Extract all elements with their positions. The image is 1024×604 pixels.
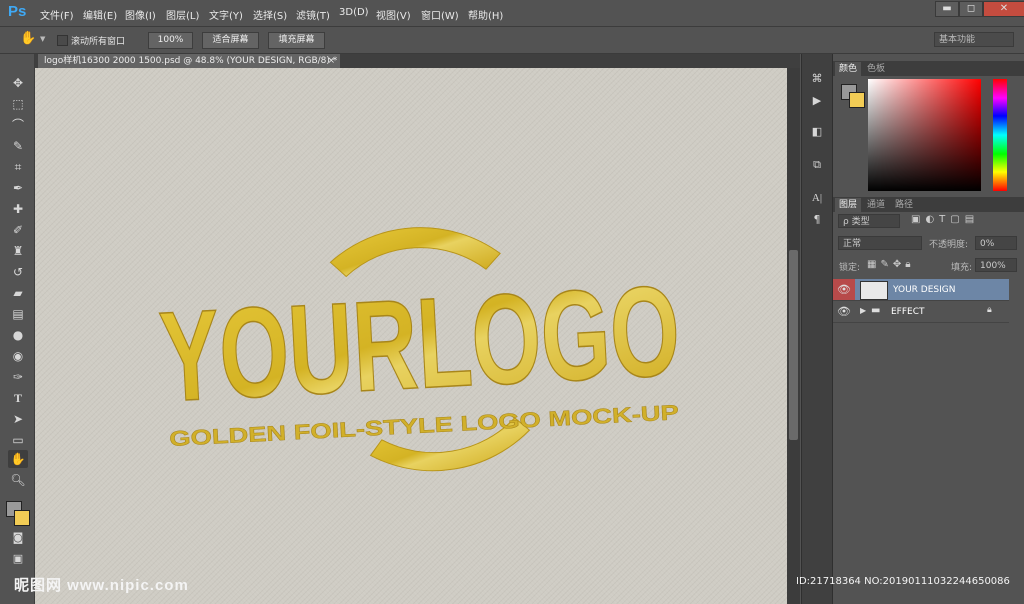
menu-select[interactable]: 选择(S) bbox=[253, 7, 287, 22]
lasso-icon[interactable]: ⌒ bbox=[8, 116, 28, 134]
tab-swatches[interactable]: 色板 bbox=[863, 62, 889, 76]
eye-icon[interactable]: 👁︎ bbox=[833, 279, 855, 300]
eye-icon[interactable]: 👁︎ bbox=[833, 301, 855, 322]
document-tab[interactable]: logo样机16300 2000 1500.psd @ 48.8% (YOUR … bbox=[38, 54, 340, 68]
history-brush-icon[interactable]: ↺ bbox=[8, 263, 28, 281]
actions-play-icon[interactable]: ▶ bbox=[809, 93, 825, 109]
color-bg-swatch[interactable] bbox=[849, 92, 865, 108]
tab-color[interactable]: 颜色 bbox=[835, 62, 862, 76]
menu-help[interactable]: 帮助(H) bbox=[468, 7, 503, 22]
blur-icon[interactable]: ● bbox=[8, 326, 28, 344]
path-select-icon[interactable]: ➤ bbox=[8, 410, 28, 428]
gradient-icon[interactable]: ▤ bbox=[8, 305, 28, 323]
stamp-icon[interactable]: ♜ bbox=[8, 242, 28, 260]
adjustments-icon[interactable]: ◧ bbox=[809, 124, 825, 140]
hand-tool-icon[interactable]: ✋ bbox=[8, 450, 28, 468]
layer-filter-select[interactable]: ρ 类型 bbox=[838, 214, 900, 228]
fill-field[interactable]: 100% bbox=[975, 258, 1017, 272]
layers-panel-tabs: 图层 通道 路径 bbox=[833, 197, 1024, 212]
color-panel-tabs: 颜色 色板 bbox=[833, 61, 1024, 76]
move-icon[interactable]: ✥ bbox=[8, 74, 28, 92]
fit-screen-button[interactable]: 适合屏幕 bbox=[202, 32, 259, 49]
history-icon[interactable]: ⌘ bbox=[809, 71, 825, 87]
paragraph-icon[interactable]: ¶ bbox=[809, 212, 825, 228]
chevron-down-icon[interactable]: ▼ bbox=[40, 35, 45, 43]
scroll-all-checkbox[interactable] bbox=[57, 35, 68, 46]
quick-mask-icon[interactable]: ◙ bbox=[8, 529, 28, 547]
brush-icon[interactable]: ✐ bbox=[8, 221, 28, 239]
panel-dock: ⌘ ▶ ◧ ⧉ A| ¶ bbox=[801, 54, 832, 604]
marquee-icon[interactable]: ⬚ bbox=[8, 95, 28, 113]
tab-channels[interactable]: 通道 bbox=[863, 198, 889, 212]
workspace-select[interactable]: 基本功能 bbox=[934, 32, 1014, 47]
app-logo: Ps bbox=[8, 3, 27, 20]
menu-edit[interactable]: 编辑(E) bbox=[83, 7, 117, 22]
menu-file[interactable]: 文件(F) bbox=[40, 7, 74, 22]
logo-text: YOURLOGO bbox=[156, 259, 683, 429]
color-field[interactable] bbox=[868, 79, 981, 191]
minimize-button[interactable]: ▬ bbox=[935, 1, 959, 17]
menu-filter[interactable]: 滤镜(T) bbox=[296, 7, 330, 22]
scroll-all-label: 滚动所有窗口 bbox=[71, 37, 126, 47]
clone-source-icon[interactable]: ⧉ bbox=[809, 157, 825, 173]
layer-name: YOUR DESIGN bbox=[893, 285, 956, 295]
opacity-label: 不透明度: bbox=[929, 240, 969, 250]
tab-paths[interactable]: 路径 bbox=[891, 198, 917, 212]
scrollbar-thumb[interactable] bbox=[789, 250, 798, 440]
options-bar: ✋ ▼ 滚动所有窗口 100% 适合屏幕 填充屏幕 基本功能 bbox=[0, 27, 1024, 54]
lock-icon: 🔒︎ bbox=[987, 305, 992, 315]
eyedropper-icon[interactable]: ✒ bbox=[8, 179, 28, 197]
layer-row-your-design[interactable]: 👁︎ YOUR DESIGN bbox=[833, 279, 1009, 301]
layer-row-effect[interactable]: 👁︎ ▶ ▬ EFFECT 🔒︎ bbox=[833, 301, 1009, 323]
restore-button[interactable]: ◻ bbox=[959, 1, 983, 17]
menu-window[interactable]: 窗口(W) bbox=[421, 7, 459, 22]
logo-group: YOURLOGO GOLDEN FOIL-STYLE LOGO MOCK-UP bbox=[156, 227, 684, 472]
menu-type[interactable]: 文字(Y) bbox=[209, 7, 243, 22]
background-color-swatch[interactable] bbox=[14, 510, 30, 526]
filter-icons[interactable]: ▣◐T▢▤ bbox=[911, 214, 979, 225]
zoom-icon[interactable]: 🔍︎ bbox=[8, 471, 28, 489]
tools-panel: ✥ ⬚ ⌒ ✎ ⌗ ✒ ✚ ✐ ♜ ↺ ▰ ▤ ● ◉ ✑ T ➤ ▭ ✋ 🔍︎… bbox=[0, 54, 35, 604]
menu-layer[interactable]: 图层(L) bbox=[166, 7, 199, 22]
character-icon[interactable]: A| bbox=[809, 190, 825, 206]
watermark-id: ID:21718364 NO:20190111032244650086 bbox=[796, 576, 1010, 587]
lock-label: 锁定: bbox=[839, 263, 861, 273]
expand-arrow-icon[interactable]: ▶ bbox=[860, 306, 866, 315]
healing-icon[interactable]: ✚ bbox=[8, 200, 28, 218]
hue-slider[interactable] bbox=[993, 79, 1007, 191]
folder-icon: ▬ bbox=[871, 305, 881, 316]
menu-bar: Ps 文件(F) 编辑(E) 图像(I) 图层(L) 文字(Y) 选择(S) 滤… bbox=[0, 0, 1024, 27]
close-tab-icon[interactable]: × bbox=[327, 54, 335, 68]
rectangle-icon[interactable]: ▭ bbox=[8, 431, 28, 449]
layer-name: EFFECT bbox=[891, 307, 925, 317]
blend-mode-select[interactable]: 正常 bbox=[838, 236, 922, 250]
crop-icon[interactable]: ⌗ bbox=[8, 158, 28, 176]
hand-icon[interactable]: ✋ bbox=[20, 31, 36, 46]
menu-3d[interactable]: 3D(D) bbox=[339, 7, 369, 18]
document-canvas[interactable]: YOURLOGO GOLDEN FOIL-STYLE LOGO MOCK-UP bbox=[35, 68, 787, 604]
document-tab-label: logo样机16300 2000 1500.psd @ 48.8% (YOUR … bbox=[44, 56, 338, 66]
mockup-artwork: YOURLOGO GOLDEN FOIL-STYLE LOGO MOCK-UP bbox=[156, 227, 684, 472]
pen-icon[interactable]: ✑ bbox=[8, 368, 28, 386]
type-icon[interactable]: T bbox=[8, 389, 28, 407]
fill-label: 填充: bbox=[951, 263, 973, 273]
fill-screen-button[interactable]: 填充屏幕 bbox=[268, 32, 325, 49]
dodge-icon[interactable]: ◉ bbox=[8, 347, 28, 365]
watermark-site: 昵图网 www.nipic.com bbox=[14, 577, 189, 594]
screen-mode-icon[interactable]: ▣ bbox=[8, 550, 28, 568]
quick-select-icon[interactable]: ✎ bbox=[8, 137, 28, 155]
eraser-icon[interactable]: ▰ bbox=[8, 284, 28, 302]
zoom-100-button[interactable]: 100% bbox=[148, 32, 193, 49]
tab-layers[interactable]: 图层 bbox=[835, 198, 862, 212]
layer-thumbnail bbox=[860, 281, 888, 300]
menu-view[interactable]: 视图(V) bbox=[376, 7, 411, 22]
menu-image[interactable]: 图像(I) bbox=[125, 7, 156, 22]
right-panels: 颜色 色板 图层 通道 路径 ρ 类型 ▣◐T▢▤ 正常 不透明度: 0% 锁定… bbox=[832, 54, 1024, 604]
lock-icons[interactable]: ▦✎✥🔒︎ bbox=[867, 259, 915, 270]
opacity-field[interactable]: 0% bbox=[975, 236, 1017, 250]
close-window-button[interactable]: ✕ bbox=[983, 1, 1024, 17]
